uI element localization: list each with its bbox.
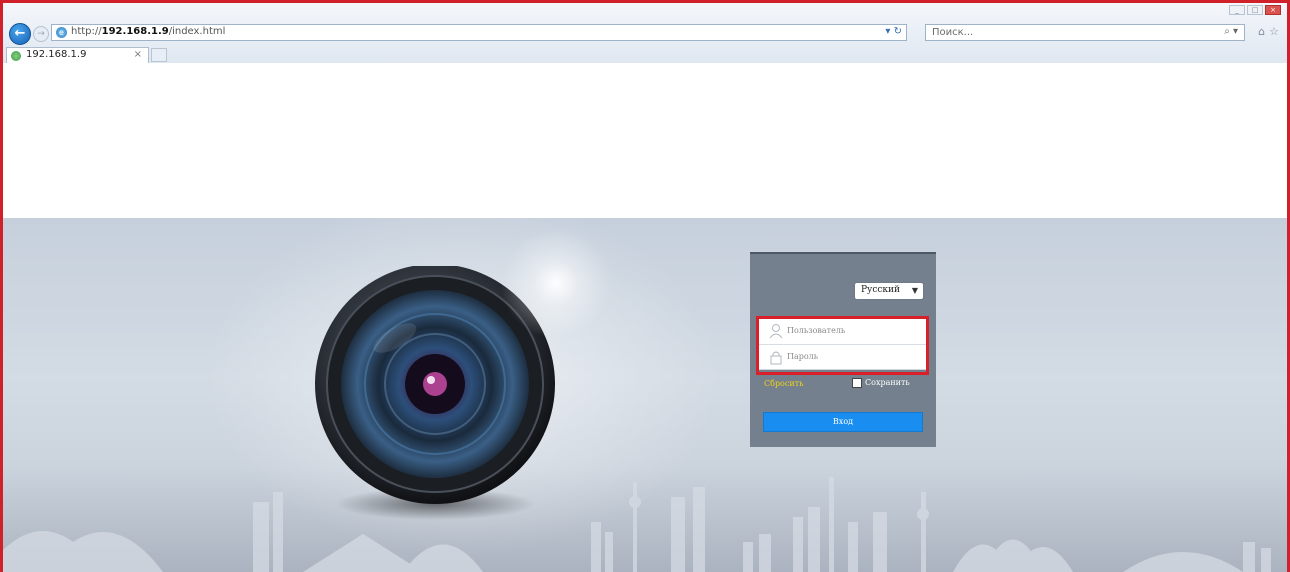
remember-checkbox[interactable]: [852, 378, 862, 388]
username-field[interactable]: Пользователь: [759, 319, 927, 345]
username-placeholder: Пользователь: [787, 326, 846, 335]
close-window-button[interactable]: ×: [1265, 5, 1281, 15]
browser-chrome: _ □ × ← → e http://192.168.1.9/index.htm…: [3, 3, 1287, 65]
tab-favicon-icon: [11, 51, 21, 61]
credentials-box: Пользователь Пароль: [758, 318, 928, 370]
maximize-button[interactable]: □: [1247, 5, 1263, 15]
login-button[interactable]: Вход: [763, 412, 923, 432]
language-selected: Русский: [861, 285, 901, 295]
search-placeholder: Поиск...: [932, 27, 974, 38]
search-icon[interactable]: ⌕ ▾: [1224, 26, 1238, 37]
lock-icon: [770, 351, 782, 365]
clear-link[interactable]: Сбросить: [764, 379, 803, 388]
window-controls: _ □ ×: [1229, 5, 1281, 15]
page-icon: e: [56, 27, 67, 38]
tab-title: 192.168.1.9: [26, 49, 87, 60]
forward-icon[interactable]: →: [33, 26, 49, 42]
back-icon[interactable]: ←: [9, 23, 31, 45]
light-flare: [491, 218, 621, 348]
login-panel: Русский ▼ Пользователь Пароль Сбросить С…: [750, 252, 936, 447]
minimize-button[interactable]: _: [1229, 5, 1245, 15]
language-select[interactable]: Русский ▼: [854, 282, 924, 300]
refresh-icon[interactable]: ▾ ↻: [885, 26, 902, 37]
new-tab-button[interactable]: [151, 48, 167, 62]
page-header-blank: [3, 63, 1287, 218]
city-skyline-graphic: [3, 477, 1271, 572]
password-field[interactable]: Пароль: [759, 345, 927, 370]
url-text: http://192.168.1.9/index.html: [71, 26, 226, 37]
user-icon: [769, 324, 783, 339]
address-bar[interactable]: e http://192.168.1.9/index.html ▾ ↻: [51, 24, 907, 41]
search-input[interactable]: Поиск... ⌕ ▾: [925, 24, 1245, 41]
tab-close-icon[interactable]: ×: [134, 49, 142, 60]
login-page-background: Русский ▼ Пользователь Пароль Сбросить С…: [3, 218, 1287, 572]
remember-label: Сохранить: [865, 378, 910, 387]
home-star-icons[interactable]: ⌂☆: [1258, 25, 1283, 38]
tab-current[interactable]: 192.168.1.9 ×: [6, 47, 149, 64]
address-row: ← → e http://192.168.1.9/index.html ▾ ↻ …: [3, 23, 1287, 45]
password-placeholder: Пароль: [787, 352, 819, 361]
chevron-down-icon: ▼: [911, 286, 918, 295]
